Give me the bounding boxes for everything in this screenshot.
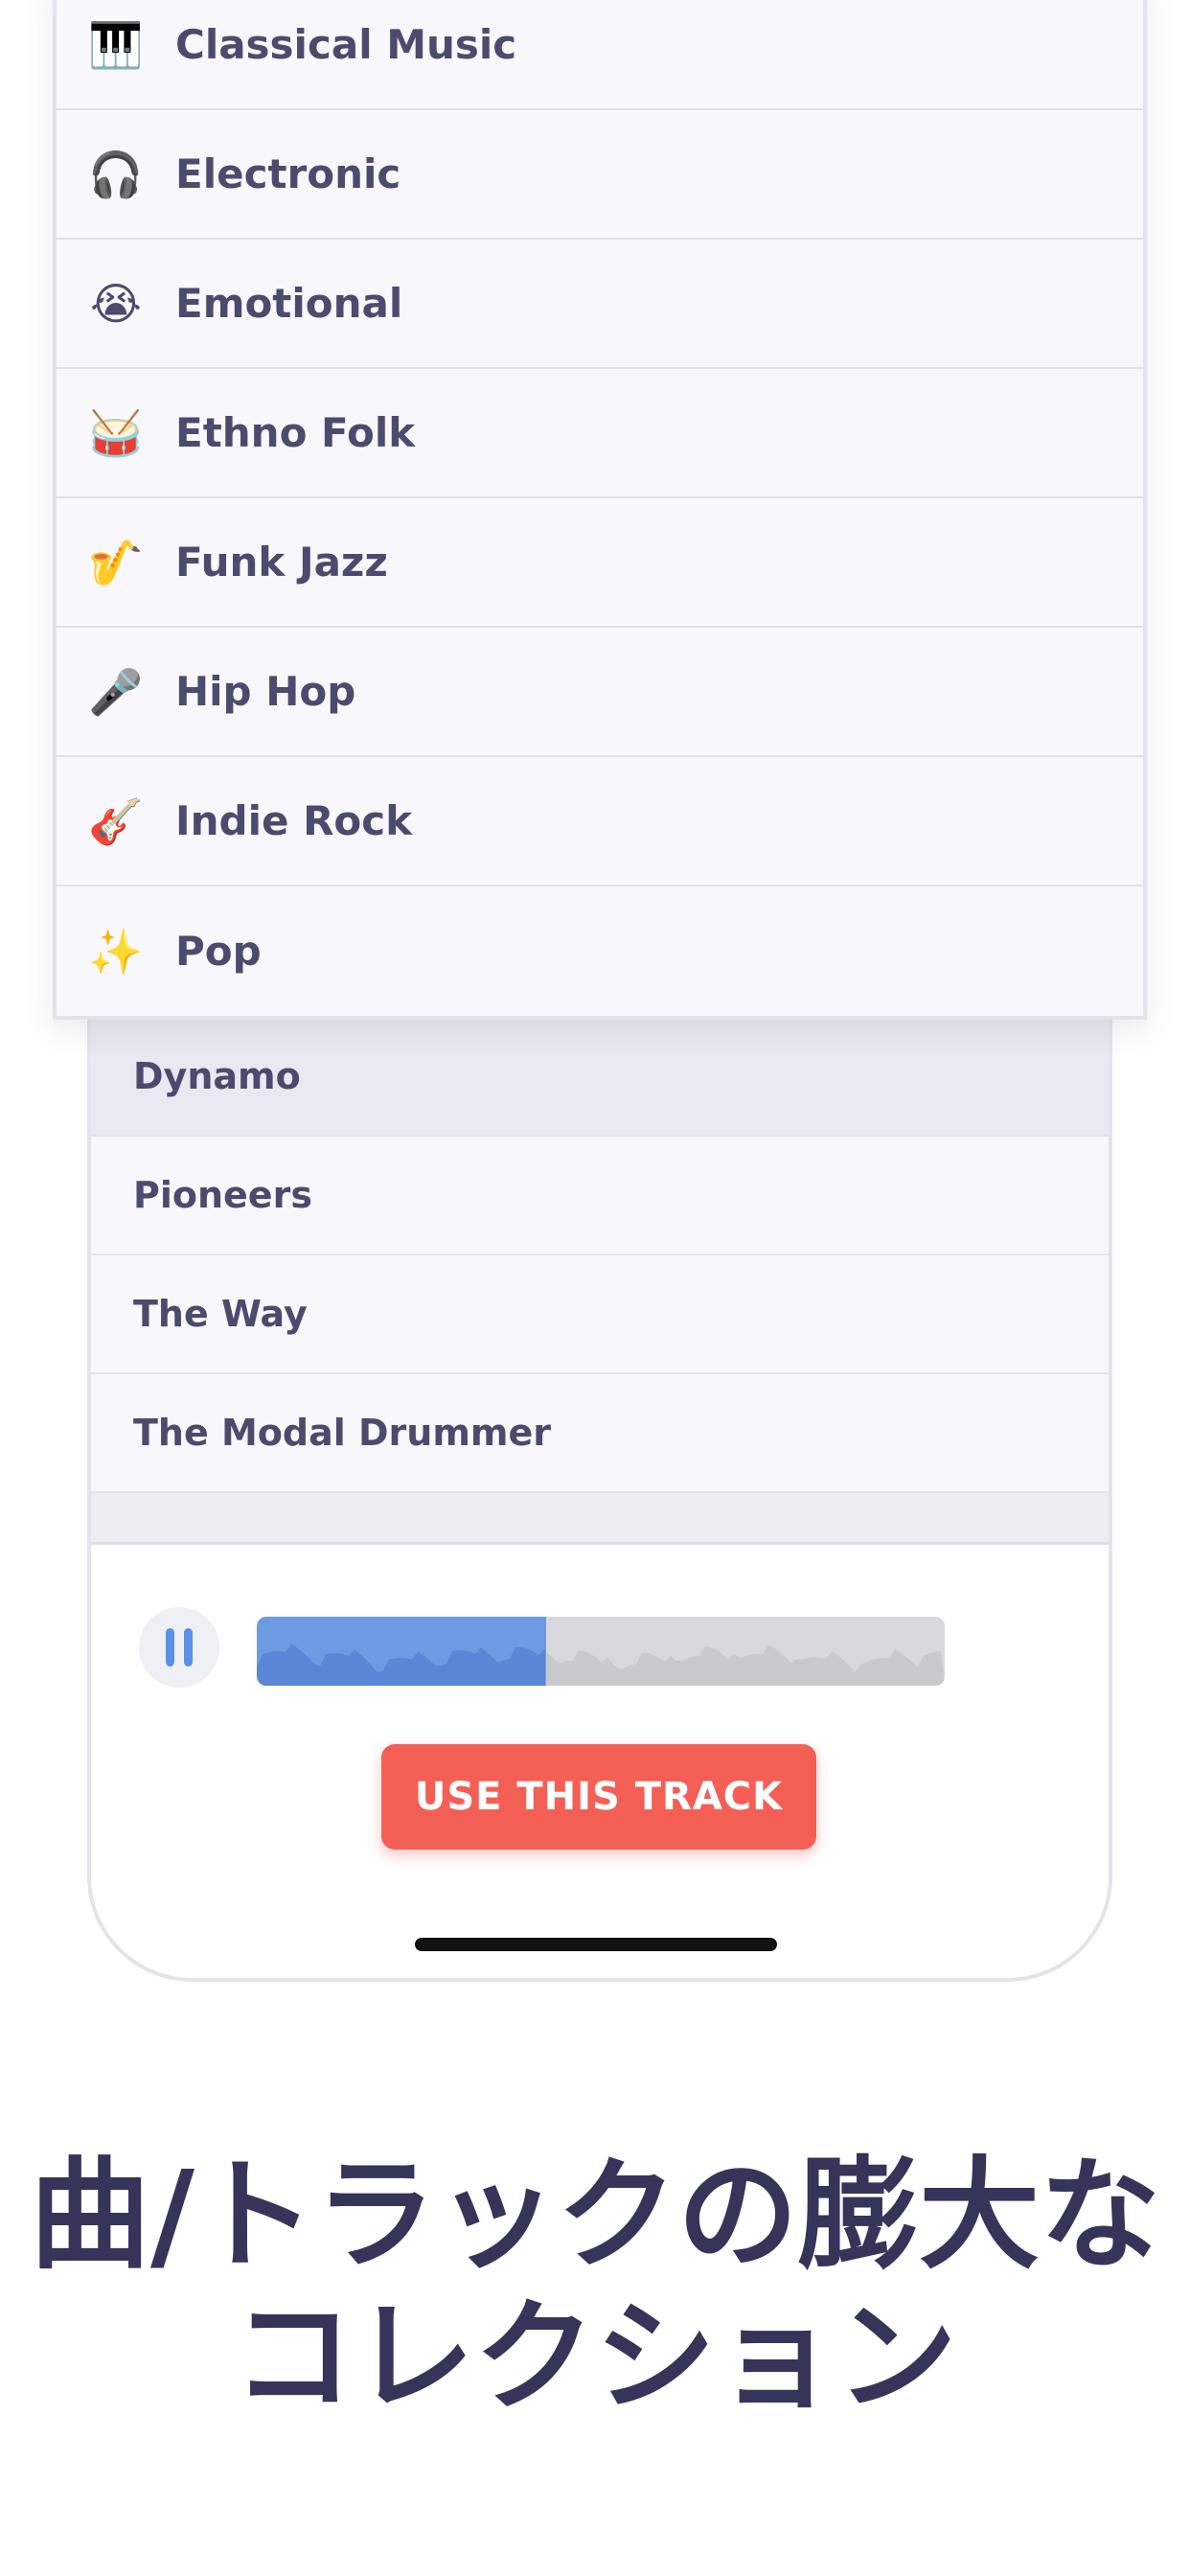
pause-icon: [184, 1628, 193, 1667]
track-row-the-modal-drummer[interactable]: The Modal Drummer: [91, 1374, 1109, 1493]
track-row-pioneers[interactable]: Pioneers: [91, 1137, 1109, 1255]
caption-line-1: 曲/トラックの膨大な: [29, 2145, 1161, 2286]
genre-label: Funk Jazz: [175, 539, 388, 586]
genre-item-electronic[interactable]: 🎧 Electronic: [57, 110, 1143, 240]
genre-label: Ethno Folk: [175, 409, 416, 456]
waveform-graphic: [257, 1644, 945, 1686]
guitar-icon: 🎸: [88, 794, 144, 847]
genre-label: Electronic: [175, 150, 401, 197]
track-label: Pioneers: [133, 1174, 312, 1216]
crying-face-icon: 😭: [90, 277, 142, 330]
genre-item-hip-hop[interactable]: 🎤 Hip Hop: [57, 628, 1143, 757]
genre-label: Hip Hop: [175, 668, 356, 715]
genre-label: Emotional: [175, 280, 403, 327]
genre-item-indie-rock[interactable]: 🎸 Indie Rock: [57, 757, 1143, 886]
marketing-caption: 曲/トラックの膨大な コレクション: [0, 2145, 1190, 2428]
genre-item-emotional[interactable]: 😭 Emotional: [57, 240, 1143, 369]
track-label: Dynamo: [133, 1055, 301, 1097]
drum-icon: 🥁: [88, 406, 144, 459]
track-row-the-way[interactable]: The Way: [91, 1255, 1109, 1374]
saxophone-icon: 🎷: [88, 536, 144, 588]
headphones-icon: 🎧: [88, 148, 144, 200]
track-label: The Way: [133, 1293, 308, 1335]
pause-icon: [166, 1628, 174, 1667]
waveform-scrubber[interactable]: [257, 1617, 945, 1686]
genre-label: Pop: [175, 928, 262, 975]
sparkles-icon: ✨: [88, 925, 144, 978]
list-divider: [91, 1493, 1109, 1545]
genre-label: Classical Music: [175, 21, 517, 68]
track-list: Dynamo Pioneers The Way The Modal Drumme…: [91, 1018, 1109, 1545]
piano-icon: 🎹: [88, 18, 144, 71]
genre-dropdown: 🎹 Classical Music 🎧 Electronic 😭 Emotion…: [53, 0, 1147, 1020]
microphone-icon: 🎤: [88, 665, 144, 718]
track-label: The Modal Drummer: [133, 1412, 552, 1454]
caption-line-2: コレクション: [233, 2287, 957, 2427]
track-row-dynamo[interactable]: Dynamo: [91, 1018, 1109, 1137]
genre-item-classical-music[interactable]: 🎹 Classical Music: [57, 0, 1143, 110]
pause-button[interactable]: [139, 1607, 219, 1688]
genre-item-pop[interactable]: ✨ Pop: [57, 886, 1143, 1016]
player: USE THIS TRACK: [91, 1548, 1109, 1969]
genre-item-funk-jazz[interactable]: 🎷 Funk Jazz: [57, 498, 1143, 628]
genre-item-ethno-folk[interactable]: 🥁 Ethno Folk: [57, 369, 1143, 498]
home-indicator: [415, 1938, 777, 1951]
genre-label: Indie Rock: [175, 797, 413, 844]
use-this-track-button[interactable]: USE THIS TRACK: [381, 1744, 816, 1850]
